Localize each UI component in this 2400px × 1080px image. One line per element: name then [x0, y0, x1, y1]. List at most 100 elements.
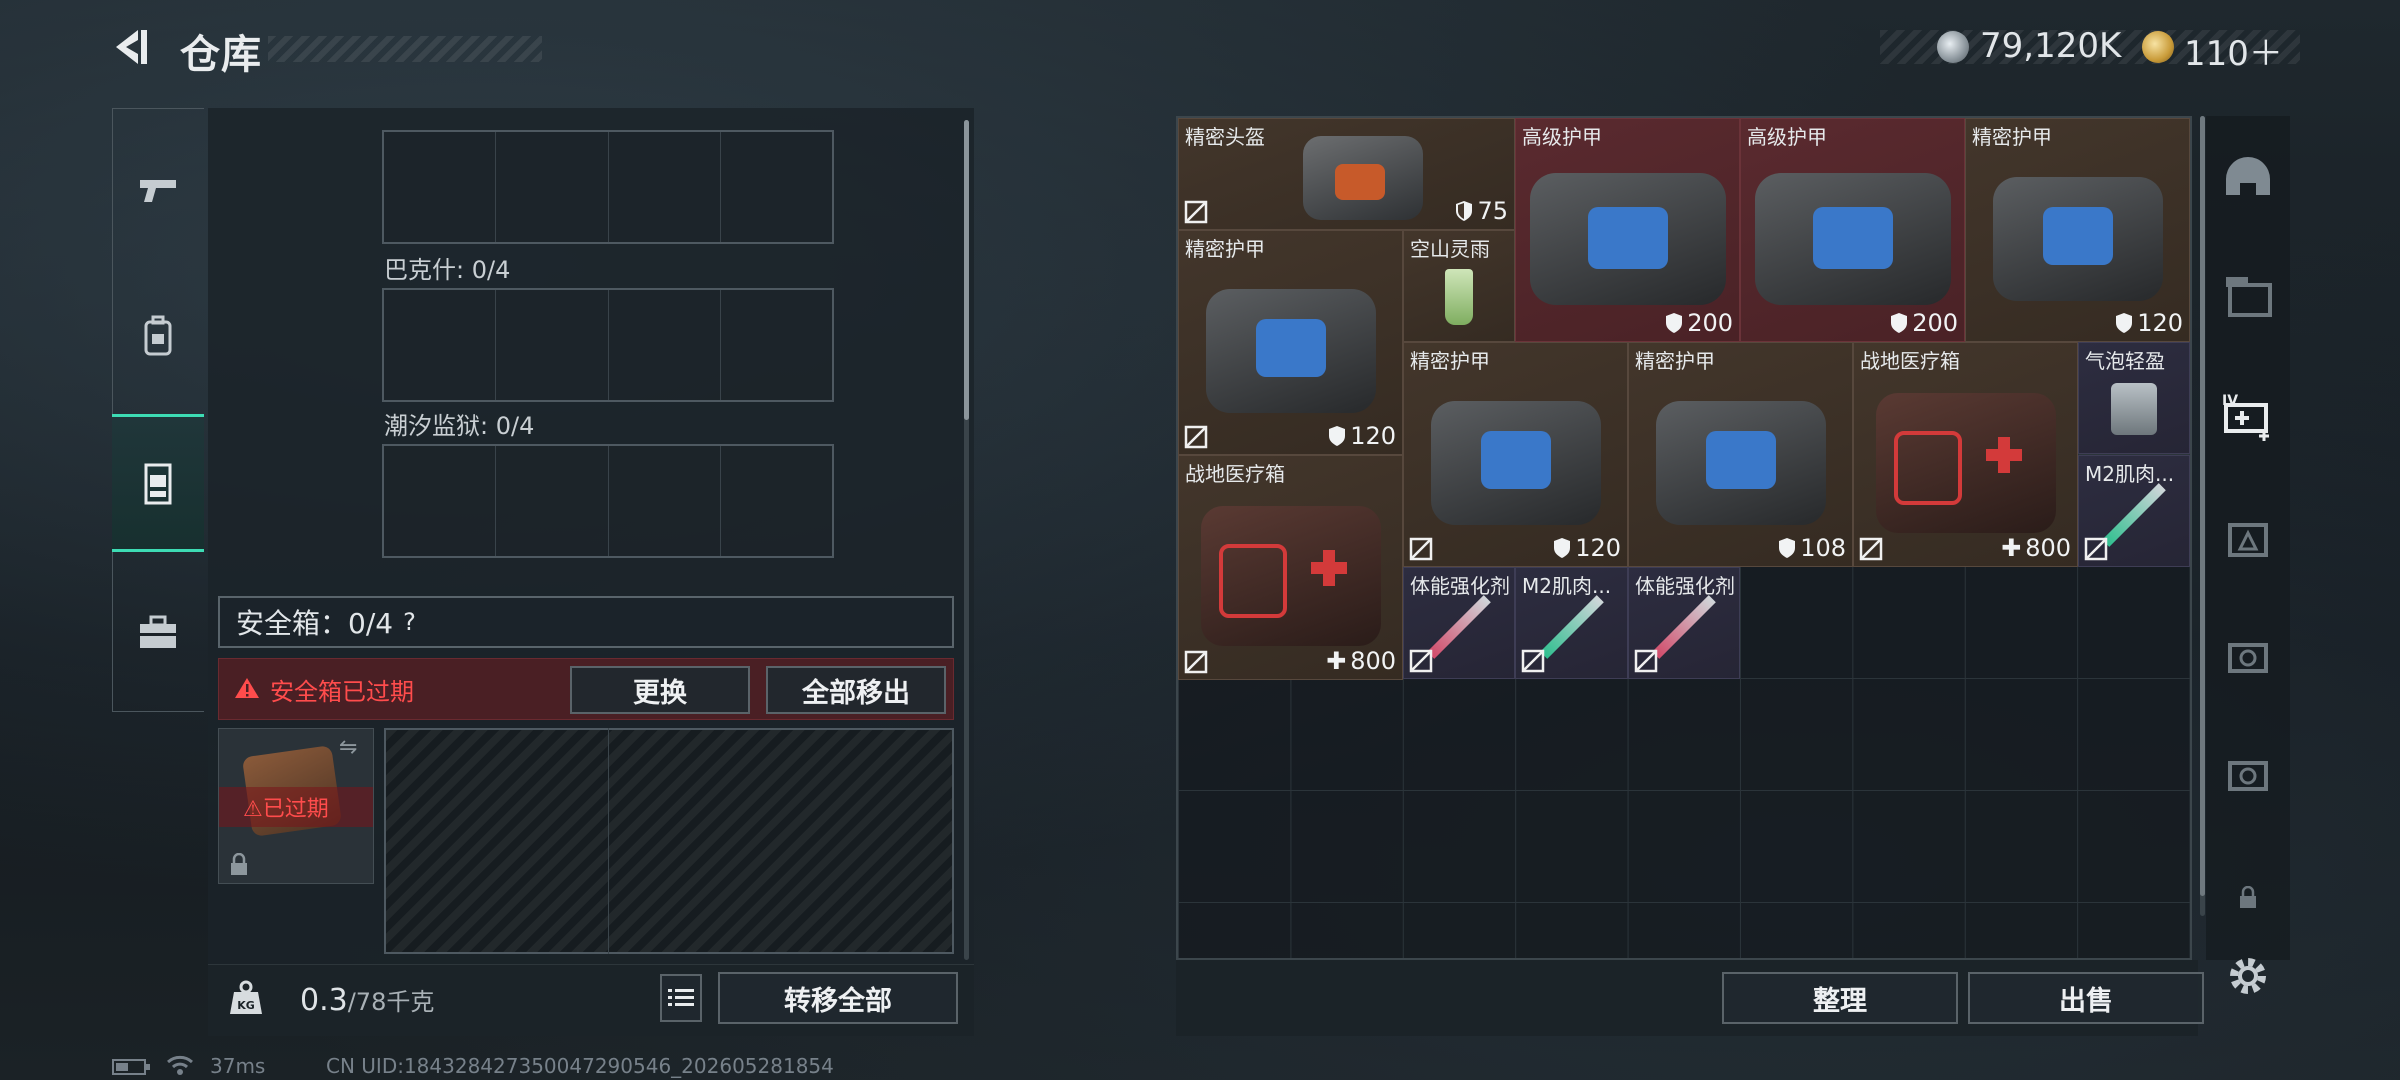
safe-case-grid[interactable]: [384, 728, 954, 954]
settings-gear-icon[interactable]: [2218, 946, 2278, 1006]
sort-button[interactable]: 整理: [1722, 972, 1958, 1024]
medical-filter-icon[interactable]: IV: [2218, 386, 2278, 446]
shield-icon: [1329, 426, 1346, 446]
sell-button[interactable]: 出售: [1968, 972, 2204, 1024]
help-icon[interactable]: ?: [403, 608, 416, 636]
lock-filter-icon[interactable]: [2218, 868, 2278, 928]
item-field-medkit-2[interactable]: 战地医疗箱 ✚ 800: [1178, 455, 1403, 680]
tab-toolbox[interactable]: [112, 586, 204, 678]
drink-glass-image: [1445, 269, 1473, 325]
safe-box-label: 安全箱：0/4: [236, 607, 394, 640]
item-kongshan-lingyu[interactable]: 空山灵雨: [1403, 230, 1515, 342]
item-m2-muscle-1[interactable]: M2肌肉...: [2078, 455, 2190, 567]
battery-icon: [112, 1059, 150, 1075]
silver-coin-icon: [1937, 31, 1969, 63]
item-precision-helmet[interactable]: 精密头盔 75: [1178, 118, 1515, 230]
item-name: 战地医疗箱: [1185, 462, 1285, 486]
drink-glass-image: [2111, 383, 2157, 435]
item-field-medkit-1[interactable]: 战地医疗箱 ✚ 800: [1853, 342, 2078, 567]
slot-grid-bakesh[interactable]: [382, 288, 834, 402]
helmet-bag-image: [1303, 136, 1424, 221]
item-m2-muscle-2[interactable]: M2肌肉...: [1515, 567, 1628, 679]
item-stamina-enhancer-1[interactable]: 体能强化剂: [1403, 567, 1515, 679]
tier5-filter-icon[interactable]: [2218, 744, 2278, 804]
item-precision-armor-3[interactable]: 精密护甲 120: [1403, 342, 1628, 567]
armor-bag-image: [1430, 401, 1601, 526]
no-sell-icon: [1184, 425, 1208, 449]
weight-max: /78千克: [347, 988, 435, 1016]
remove-all-button[interactable]: 全部移出: [766, 666, 946, 714]
title-decoration: [268, 36, 542, 62]
tier3-filter-icon[interactable]: [2218, 506, 2278, 566]
tab-backpack[interactable]: [112, 290, 204, 382]
item-durability: 200: [1890, 309, 1958, 337]
no-sell-icon: [2084, 537, 2108, 561]
item-stamina-enhancer-2[interactable]: 体能强化剂: [1628, 567, 1740, 679]
item-name: 精密护甲: [1972, 125, 2052, 149]
slot-grid-top[interactable]: [382, 130, 834, 244]
wifi-icon: [167, 1055, 193, 1075]
item-name: 战地医疗箱: [1860, 349, 1960, 373]
armor-vest-icon: [144, 463, 172, 505]
item-bubble-light[interactable]: 气泡轻盈: [2078, 342, 2190, 454]
currency-gold[interactable]: 110＋: [2184, 26, 2283, 75]
list-view-button[interactable]: [660, 974, 702, 1022]
item-heal-amount: ✚ 800: [1326, 647, 1396, 675]
replace-button[interactable]: 更换: [570, 666, 750, 714]
item-name: 高级护甲: [1522, 125, 1602, 149]
warning-icon: [235, 678, 259, 698]
syringe-image: [1427, 595, 1491, 660]
item-advanced-armor-2[interactable]: 高级护甲 200: [1740, 118, 1965, 342]
item-durability: 120: [2115, 309, 2183, 337]
shield-icon: [1554, 538, 1571, 558]
armor-bag-image: [1205, 289, 1376, 414]
container-filter-icon[interactable]: [2218, 266, 2278, 326]
item-precision-armor-2[interactable]: 精密护甲 120: [1178, 230, 1403, 455]
transfer-all-button[interactable]: 转移全部: [718, 972, 958, 1024]
item-precision-armor-1[interactable]: 精密护甲 120: [1965, 118, 2190, 342]
back-arrow-icon[interactable]: [108, 24, 154, 70]
safe-case-thumbnail[interactable]: ⚠已过期 ⇋: [218, 728, 374, 884]
tier4-filter-icon[interactable]: [2218, 626, 2278, 686]
case-divider: [608, 728, 609, 954]
weight-value: 0.3: [300, 983, 348, 1018]
item-advanced-armor-1[interactable]: 高级护甲 200: [1515, 118, 1740, 342]
armor-bag-image: [1529, 172, 1726, 305]
item-name: 精密护甲: [1410, 349, 1490, 373]
svg-text:KG: KG: [237, 999, 255, 1012]
armor-bag-image: [1655, 401, 1826, 526]
armor-bag-image: [1992, 176, 2163, 301]
item-precision-armor-4[interactable]: 精密护甲 108: [1628, 342, 1853, 567]
syringe-image: [1652, 595, 1716, 660]
armor-bag-image: [1754, 172, 1951, 305]
item-name: 精密护甲: [1185, 237, 1265, 261]
shield-icon: [1666, 313, 1683, 333]
lock-icon: [231, 853, 247, 875]
item-name: 高级护甲: [1747, 125, 1827, 149]
no-sell-icon: [1634, 649, 1658, 673]
item-name: 空山灵雨: [1410, 237, 1490, 261]
page-title: 仓库: [180, 32, 262, 78]
item-durability: 200: [1665, 309, 1733, 337]
shield-icon: [1779, 538, 1796, 558]
tab-armor[interactable]: [112, 414, 204, 552]
item-durability: 120: [1553, 534, 1621, 562]
backpack-icon: [144, 315, 172, 356]
left-scroll-thumb[interactable]: [964, 120, 969, 420]
pistol-icon: [140, 180, 176, 202]
plus-icon: ✚: [2001, 534, 2022, 562]
syringe-image: [2102, 483, 2166, 548]
no-sell-icon: [1184, 200, 1208, 224]
inventory-scroll-thumb[interactable]: [2200, 116, 2205, 896]
item-durability: 108: [1778, 534, 1846, 562]
helmet-filter-icon[interactable]: [2218, 148, 2278, 208]
case-expired-label: ⚠已过期: [243, 797, 329, 822]
slot-grid-tidal-prison[interactable]: [382, 444, 834, 558]
item-heal-amount: ✚ 800: [2001, 534, 2071, 562]
weight-kg-icon: KG: [230, 980, 262, 1014]
medkit-image: [1200, 506, 1381, 647]
item-durability: 120: [1328, 422, 1396, 450]
tab-weapons[interactable]: [112, 144, 204, 236]
item-name: 体能强化剂: [1410, 574, 1510, 598]
shield-icon: [2116, 313, 2133, 333]
